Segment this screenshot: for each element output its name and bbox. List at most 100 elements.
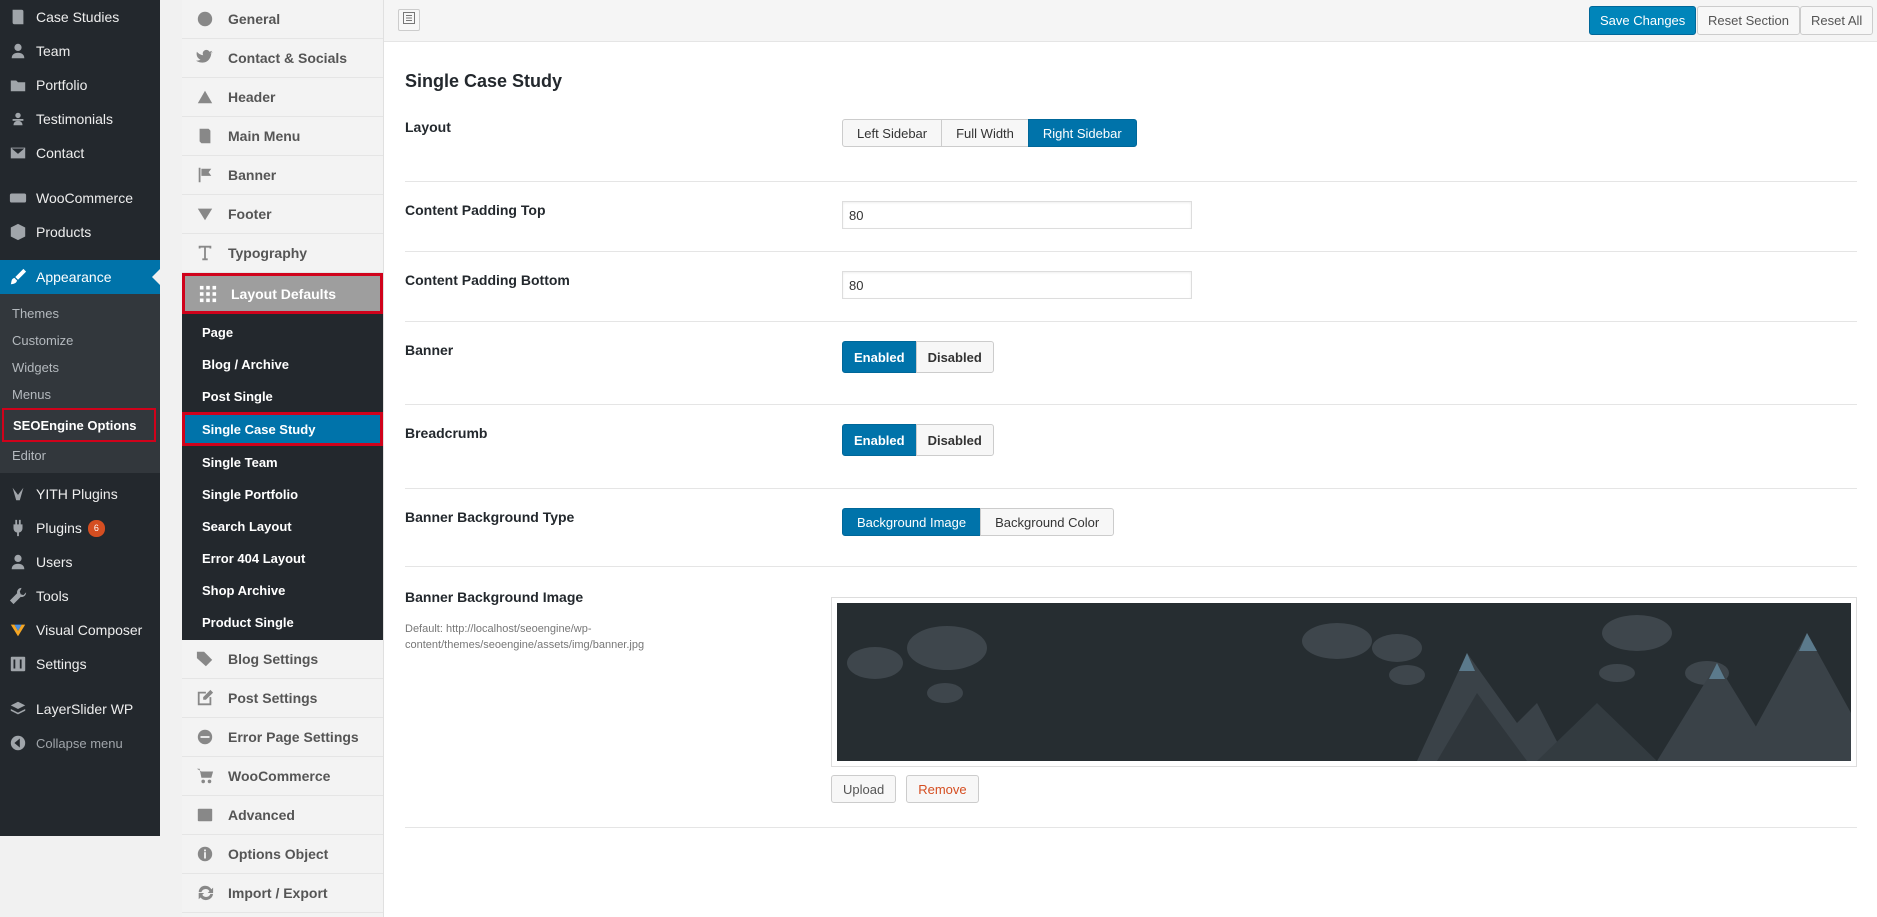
subtab-product-single[interactable]: Product Single xyxy=(182,606,383,638)
banner-disabled-button[interactable]: Disabled xyxy=(915,341,994,373)
options-tab-header[interactable]: Header xyxy=(182,78,383,117)
subtab-single-team[interactable]: Single Team xyxy=(182,446,383,478)
expand-options-button[interactable] xyxy=(398,9,420,31)
menu-label: WooCommerce xyxy=(36,190,133,206)
menu-appearance[interactable]: Appearance xyxy=(0,260,160,294)
section-title: Single Case Study xyxy=(405,71,563,91)
subtab-shop-archive[interactable]: Shop Archive xyxy=(182,574,383,606)
menu-users[interactable]: Users xyxy=(0,545,160,579)
padding-bottom-label: Content Padding Bottom xyxy=(405,272,570,288)
upload-button[interactable]: Upload xyxy=(831,775,897,803)
submenu-customize[interactable]: Customize xyxy=(0,327,160,354)
triangle-down-icon xyxy=(182,205,228,223)
users-icon xyxy=(0,553,36,571)
layout-defaults-submenu: Page Blog / Archive Post Single Single C… xyxy=(182,314,383,640)
menu-label: Plugins xyxy=(36,520,82,536)
banner-bg-type-label: Banner Background Type xyxy=(405,509,575,525)
cart-icon xyxy=(182,767,228,785)
options-tab-label: General xyxy=(228,11,281,27)
remove-button[interactable]: Remove xyxy=(906,775,979,803)
layout-row: Layout Left Sidebar Full Width Right Sid… xyxy=(405,103,1857,182)
save-changes-button[interactable]: Save Changes xyxy=(1589,6,1697,35)
options-tab-label: Blog Settings xyxy=(228,651,319,667)
menu-settings[interactable]: Settings xyxy=(0,647,160,681)
subtab-single-case-study[interactable]: Single Case Study xyxy=(182,412,383,446)
subtab-page[interactable]: Page xyxy=(182,316,383,348)
reset-section-button[interactable]: Reset Section xyxy=(1697,6,1800,35)
submenu-menus[interactable]: Menus xyxy=(0,381,160,408)
menu-team[interactable]: Team xyxy=(0,34,160,68)
banner-bg-image-label-block: Banner Background Image Default: http://… xyxy=(405,567,831,827)
menu-visual-composer[interactable]: Visual Composer xyxy=(0,613,160,647)
breadcrumb-disabled-button[interactable]: Disabled xyxy=(915,424,994,456)
padding-top-input[interactable] xyxy=(842,201,1192,229)
menu-label: Case Studies xyxy=(36,9,120,25)
banner-label: Banner xyxy=(405,342,454,358)
options-tab-typography[interactable]: Typography xyxy=(182,234,383,273)
options-tab-options-object[interactable]: Options Object xyxy=(182,835,383,874)
folder-icon xyxy=(0,76,36,94)
options-tab-post-settings[interactable]: Post Settings xyxy=(182,679,383,718)
menu-label: LayerSlider WP xyxy=(36,701,134,717)
edit-icon xyxy=(182,689,228,707)
options-tab-blog-settings[interactable]: Blog Settings xyxy=(182,640,383,679)
options-tab-label: Banner xyxy=(228,167,277,183)
layers-icon xyxy=(0,700,36,718)
layout-full-width-button[interactable]: Full Width xyxy=(941,119,1029,147)
bg-type-color-button[interactable]: Background Color xyxy=(980,508,1115,536)
menu-case-studies[interactable]: Case Studies xyxy=(0,0,160,34)
padding-bottom-row: Content Padding Bottom xyxy=(405,252,1857,322)
menu-label: Tools xyxy=(36,588,69,604)
wrench-icon xyxy=(0,587,36,605)
submenu-editor[interactable]: Editor xyxy=(0,442,160,469)
subtab-error-404-layout[interactable]: Error 404 Layout xyxy=(182,542,383,574)
options-section: Single Case Study Layout Left Sidebar Fu… xyxy=(384,42,1877,828)
breadcrumb-enabled-button[interactable]: Enabled xyxy=(842,424,917,456)
menu-products[interactable]: Products xyxy=(0,215,160,249)
submenu-widgets[interactable]: Widgets xyxy=(0,354,160,381)
options-tab-advanced[interactable]: Advanced xyxy=(182,796,383,835)
options-tab-import-export[interactable]: Import / Export xyxy=(182,874,383,913)
options-tab-banner[interactable]: Banner xyxy=(182,156,383,195)
mail-icon xyxy=(0,144,36,162)
options-tab-error-page-settings[interactable]: Error Page Settings xyxy=(182,718,383,757)
triangle-up-icon xyxy=(182,88,228,106)
subtab-search-layout[interactable]: Search Layout xyxy=(182,510,383,542)
book-icon xyxy=(182,127,228,145)
padding-top-label: Content Padding Top xyxy=(405,202,546,218)
menu-label: Contact xyxy=(36,145,85,161)
options-tab-layout-defaults[interactable]: Layout Defaults xyxy=(182,273,383,314)
menu-tools[interactable]: Tools xyxy=(0,579,160,613)
menu-testimonials[interactable]: Testimonials xyxy=(0,102,160,136)
options-tab-woocommerce[interactable]: WooCommerce xyxy=(182,757,383,796)
collapse-menu[interactable]: Collapse menu xyxy=(0,726,160,760)
options-tab-footer[interactable]: Footer xyxy=(182,195,383,234)
menu-contact[interactable]: Contact xyxy=(0,136,160,170)
menu-yith-plugins[interactable]: YITH Plugins xyxy=(0,477,160,511)
admin-sidebar: Case Studies Team Portfolio Testimonials… xyxy=(0,0,160,836)
dashboard-icon xyxy=(182,10,228,28)
banner-enabled-button[interactable]: Enabled xyxy=(842,341,917,373)
layout-right-sidebar-button[interactable]: Right Sidebar xyxy=(1027,119,1137,147)
options-toolbar: Save Changes Reset Section Reset All xyxy=(384,0,1877,42)
options-tab-contact-socials[interactable]: Contact & Socials xyxy=(182,39,383,78)
layout-left-sidebar-button[interactable]: Left Sidebar xyxy=(842,119,943,147)
menu-layerslider[interactable]: LayerSlider WP xyxy=(0,692,160,726)
submenu-seoengine-options[interactable]: SEOEngine Options xyxy=(2,408,156,442)
subtab-post-single[interactable]: Post Single xyxy=(182,380,383,412)
options-tab-main-menu[interactable]: Main Menu xyxy=(182,117,383,156)
menu-woocommerce[interactable]: WooCommerce xyxy=(0,181,160,215)
reset-all-button[interactable]: Reset All xyxy=(1800,6,1874,35)
padding-bottom-input[interactable] xyxy=(842,271,1192,299)
options-tab-general[interactable]: General xyxy=(182,0,383,39)
testimonial-icon xyxy=(0,110,36,128)
banner-bg-image-description: Default: http://localhost/seoengine/wp-c… xyxy=(405,623,645,651)
menu-label: Appearance xyxy=(36,269,112,285)
twitter-icon xyxy=(182,49,228,67)
menu-plugins[interactable]: Plugins 6 xyxy=(0,511,160,545)
subtab-blog-archive[interactable]: Blog / Archive xyxy=(182,348,383,380)
bg-type-image-button[interactable]: Background Image xyxy=(842,508,982,536)
submenu-themes[interactable]: Themes xyxy=(0,300,160,327)
menu-portfolio[interactable]: Portfolio xyxy=(0,68,160,102)
subtab-single-portfolio[interactable]: Single Portfolio xyxy=(182,478,383,510)
